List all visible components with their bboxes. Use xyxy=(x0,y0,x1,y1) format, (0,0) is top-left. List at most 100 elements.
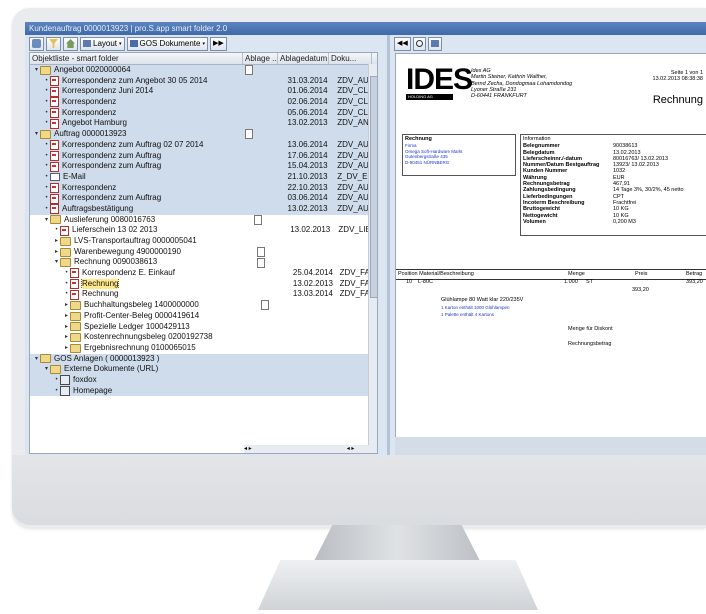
expand-toggle-icon[interactable]: ▸ xyxy=(53,236,60,247)
tree-row[interactable]: ▾ Angebot 0020000064 xyxy=(30,65,377,76)
tree-row[interactable]: ▾ Externe Dokumente (URL) xyxy=(30,364,377,375)
tree-row-object[interactable]: ▸ Kostenrechnungsbeleg 0200192738 xyxy=(30,332,261,343)
tree-row-object[interactable]: ▸ Buchhaltungsbeleg 1400000000 xyxy=(30,300,261,311)
scroll-right-icon[interactable]: ◂ ▸ xyxy=(347,446,355,452)
back-button[interactable]: ◀◀ xyxy=(394,36,411,51)
tree-row-object[interactable]: ▾ GOS Anlagen ( 0000013923 ) xyxy=(30,354,245,365)
expand-toggle-icon[interactable]: ▾ xyxy=(43,364,50,375)
tree-row-object[interactable]: ▾ Auslieferung 0080016763 xyxy=(30,215,254,226)
tree-row-object[interactable]: • Angebot Hamburg xyxy=(30,118,254,129)
tree-row-object[interactable]: ▾ Externe Dokumente (URL) xyxy=(30,364,254,375)
document-icon[interactable] xyxy=(245,129,253,140)
tree-row-object[interactable]: • Korrespondenz zum Auftrag xyxy=(30,193,254,204)
tree-row[interactable]: ▸ Kostenrechnungsbeleg 0200192738 xyxy=(30,332,377,343)
tree-row[interactable]: ▾ Auslieferung 0080016763 xyxy=(30,215,377,226)
tree-row-object[interactable]: • Korrespondenz E. Einkauf xyxy=(30,268,261,279)
tree-row-object[interactable]: • foxdox xyxy=(30,375,257,386)
expand-toggle-icon[interactable]: ▾ xyxy=(33,354,40,365)
tree-row[interactable]: • Angebot Hamburg 13.02.2013 ZDV_ANG xyxy=(30,118,377,130)
display-button[interactable] xyxy=(427,36,442,51)
search-button[interactable] xyxy=(412,36,426,51)
tree-row[interactable]: • Korrespondenz zum Auftrag 17.06.2014 ZDV_… xyxy=(30,150,377,162)
tree-row[interactable]: • Homepage xyxy=(30,385,377,397)
tree-row[interactable]: ▾ Rechnung 0090038613 xyxy=(30,257,377,268)
tree-row[interactable]: ▸ Ergebnisrechnung 0100065015 xyxy=(30,343,377,354)
document-icon[interactable] xyxy=(257,247,266,258)
tree-row[interactable]: • foxdox xyxy=(30,374,377,386)
tree-row-object[interactable]: • Korrespondenz zum Auftrag xyxy=(30,151,254,162)
tree-row[interactable]: ▸ Spezielle Ledger 1000429113 xyxy=(30,322,377,333)
document-icon[interactable] xyxy=(261,300,270,311)
tree-row[interactable]: • E-Mail 21.10.2013 Z_DV_E... xyxy=(30,171,377,183)
scrollbar-thumb[interactable] xyxy=(370,76,377,298)
refresh-button[interactable] xyxy=(29,36,44,51)
tree-row[interactable]: • Korrespondenz zum Auftrag 02 07 2014 13.… xyxy=(30,139,377,151)
expand-toggle-icon[interactable]: ▸ xyxy=(63,311,70,322)
tree-row-object[interactable]: • Rechnung xyxy=(30,278,261,290)
tree-row-object[interactable]: • Korrespondenz xyxy=(30,183,254,194)
expand-toggle-icon[interactable]: ▸ xyxy=(53,247,60,258)
tree-row-object[interactable]: • Rechnung xyxy=(30,289,261,300)
tree-row[interactable]: • Korrespondenz zum Angebot 30 05 2014 31.… xyxy=(30,75,377,87)
tree-row-object[interactable]: • Korrespondenz zum Angebot 30 05 2014 xyxy=(30,76,254,87)
tree-row-object[interactable]: ▾ Rechnung 0090038613 xyxy=(30,257,257,268)
expand-toggle-icon[interactable]: ▸ xyxy=(63,343,70,354)
gos-documents-button[interactable]: GOS Dokumente ▾ xyxy=(126,36,208,51)
filter-button[interactable] xyxy=(46,36,61,51)
tree-row[interactable]: • Lieferschein 13 02 2013 13.02.2013 ZDV_LI… xyxy=(30,225,377,236)
tree-row[interactable]: • Rechnung 13.02.2013 ZDV_FAK xyxy=(30,278,377,290)
scroll-left-icon[interactable]: ◂ ▸ xyxy=(244,446,252,452)
tree-row[interactable]: • Korrespondenz 02.06.2014 ZDV_CL... xyxy=(30,97,377,108)
tree-row-object[interactable]: • E-Mail xyxy=(30,172,254,183)
tree-row-object[interactable]: • Korrespondenz xyxy=(30,108,254,119)
expand-toggle-icon[interactable]: ▸ xyxy=(63,322,70,333)
tree-row-object[interactable]: ▾ Auftrag 0000013923 xyxy=(30,129,245,140)
expand-button[interactable]: ▶▶ xyxy=(209,36,227,51)
tree-row[interactable]: • Korrespondenz Juni 2014 01.06.2014 ZDV_CL… xyxy=(30,86,377,98)
layout-button[interactable]: Layout ▾ xyxy=(80,36,125,51)
tree-row-object[interactable]: • Korrespondenz zum Auftrag xyxy=(30,161,254,172)
document-icon[interactable] xyxy=(245,65,253,76)
expand-toggle-icon[interactable]: ▾ xyxy=(33,65,40,76)
column-header-doc[interactable]: Doku... xyxy=(329,53,372,64)
document-icon[interactable] xyxy=(257,257,266,268)
tree-row-object[interactable]: ▾ Angebot 0020000064 xyxy=(30,65,245,76)
tree-row[interactable]: • Korrespondenz 22.10.2013 ZDV_AU... xyxy=(30,182,377,194)
tree-row[interactable]: ▾ GOS Anlagen ( 0000013923 ) xyxy=(30,353,377,365)
expand-toggle-icon[interactable]: ▸ xyxy=(63,300,70,311)
tree-row[interactable]: • Rechnung 13.03.2014 ZDV_FAK xyxy=(30,289,377,300)
tree-row[interactable]: • Korrespondenz 05.06.2014 ZDV_CL... xyxy=(30,107,377,119)
tree-row-object[interactable]: • Korrespondenz zum Auftrag 02 07 2014 xyxy=(30,140,254,151)
horizontal-scrollbar[interactable]: ◂ ▸ ◂ ▸ xyxy=(244,445,369,453)
tree-row[interactable]: ▸ LVS-Transportauftrag 0000005041 xyxy=(30,236,377,247)
tree-row[interactable]: ▾ Auftrag 0000013923 xyxy=(30,129,377,140)
tree-row-object[interactable]: ▸ Warenbewegung 4900000190 xyxy=(30,247,257,258)
tree-row[interactable]: • Korrespondenz zum Auftrag 15.04.2013 ZDV_… xyxy=(30,161,377,172)
vertical-scrollbar[interactable] xyxy=(368,64,377,453)
tree-row-object[interactable]: • Korrespondenz Juni 2014 xyxy=(30,86,254,97)
tree-row-object[interactable]: ▸ Profit-Center-Beleg 0000419614 xyxy=(30,311,261,322)
home-button[interactable] xyxy=(63,36,78,51)
expand-toggle-icon[interactable]: ▸ xyxy=(63,332,70,343)
tree-row-object[interactable]: • Korrespondenz xyxy=(30,97,254,108)
tree-row[interactable]: • Korrespondenz E. Einkauf 25.04.2014 ZDV_F… xyxy=(30,268,377,279)
expand-toggle-icon[interactable]: ▾ xyxy=(33,129,40,140)
tree-row[interactable]: ▸ Warenbewegung 4900000190 xyxy=(30,247,377,258)
tree-row-object[interactable]: • Lieferschein 13 02 2013 xyxy=(30,225,257,236)
expand-toggle-icon[interactable]: ▾ xyxy=(43,215,50,226)
tree-row[interactable]: ▸ Buchhaltungsbeleg 1400000000 xyxy=(30,300,377,311)
tree-row-object[interactable]: • Homepage xyxy=(30,386,257,397)
tree-row-object[interactable]: ▸ Spezielle Ledger 1000429113 xyxy=(30,322,261,333)
tree-row-object[interactable]: ▸ Ergebnisrechnung 0100065015 xyxy=(30,343,261,354)
column-header-ablage[interactable]: Ablage ... xyxy=(243,53,278,64)
tree-row-object[interactable]: ▸ LVS-Transportauftrag 0000005041 xyxy=(30,236,257,247)
tree-row[interactable]: • Auftragsbestätigung 13.02.2013 ZDV_AU xyxy=(30,203,377,215)
bullet-icon: • xyxy=(45,109,48,116)
tree-row[interactable]: • Korrespondenz zum Auftrag 03.06.2014 ZDV_… xyxy=(30,193,377,204)
tree-row[interactable]: ▸ Profit-Center-Beleg 0000419614 xyxy=(30,311,377,322)
column-header-object[interactable]: Objektliste - smart folder xyxy=(30,53,243,64)
tree-row-object[interactable]: • Auftragsbestätigung xyxy=(30,204,254,215)
column-header-date[interactable]: Ablagedatum xyxy=(278,53,329,64)
expand-toggle-icon[interactable]: ▾ xyxy=(53,257,60,268)
document-icon[interactable] xyxy=(253,214,262,225)
